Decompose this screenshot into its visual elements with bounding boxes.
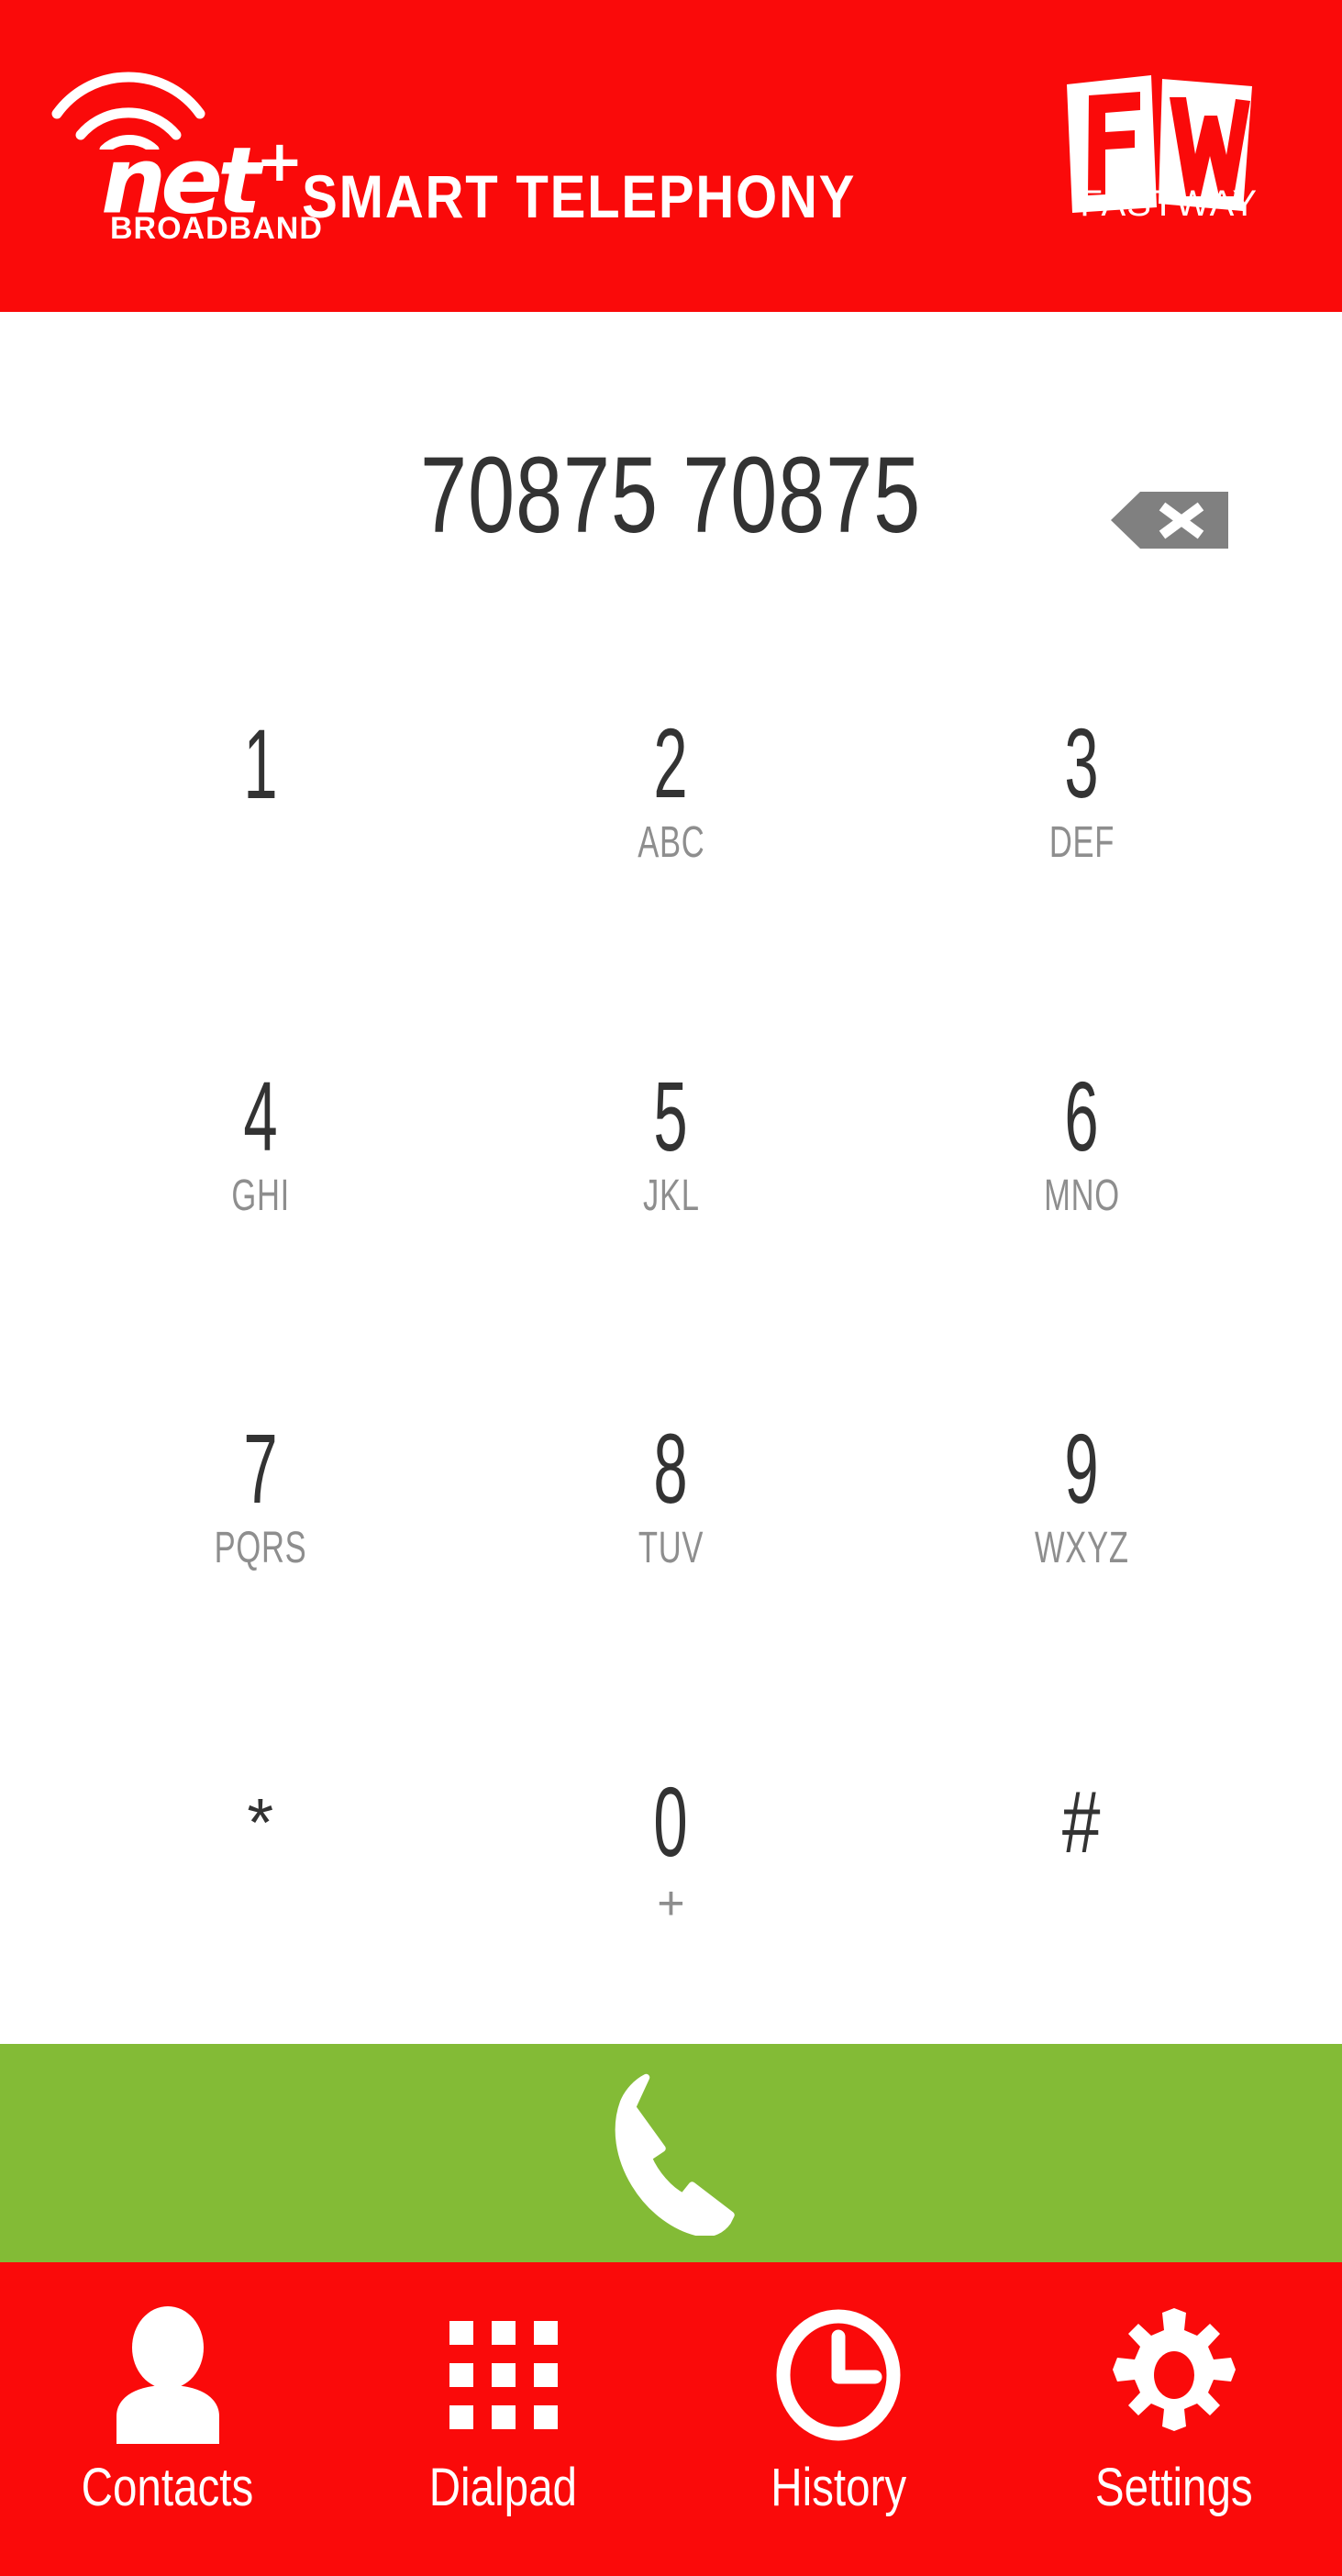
netplus-brand-logo: net+ BROADBAND bbox=[44, 44, 322, 273]
nav-item-history[interactable]: History bbox=[671, 2262, 1007, 2576]
nav-item-contacts[interactable]: Contacts bbox=[0, 2262, 336, 2576]
key-9[interactable]: 9 WXYZ bbox=[876, 1320, 1287, 1673]
call-button[interactable] bbox=[0, 2044, 1342, 2262]
key-7[interactable]: 7 PQRS bbox=[55, 1320, 466, 1673]
key-5-digit: 5 bbox=[653, 1060, 689, 1171]
app-header: net+ BROADBAND SMART TELEPHONY FASTWAY bbox=[0, 0, 1342, 312]
key-8-letters: TUV bbox=[638, 1524, 704, 1573]
key-hash[interactable]: # bbox=[876, 1673, 1287, 2026]
nav-label-settings: Settings bbox=[1095, 2457, 1254, 2517]
nav-label-contacts: Contacts bbox=[82, 2457, 254, 2517]
dialpad-icon-wrap bbox=[449, 2306, 558, 2444]
nav-label-dialpad: Dialpad bbox=[428, 2457, 578, 2517]
key-6[interactable]: 6 MNO bbox=[876, 968, 1287, 1321]
key-2[interactable]: 2 ABC bbox=[466, 615, 877, 968]
key-3-digit: 3 bbox=[1064, 707, 1099, 819]
fastway-logo-label: FASTWAY bbox=[1080, 183, 1258, 224]
clock-icon bbox=[776, 2309, 901, 2440]
number-display-area: 70875 70875 bbox=[0, 312, 1342, 615]
key-7-digit: 7 bbox=[243, 1413, 278, 1525]
key-0[interactable]: 0 + bbox=[466, 1673, 877, 2026]
key-5-letters: JKL bbox=[642, 1171, 700, 1220]
key-9-letters: WXYZ bbox=[1034, 1524, 1129, 1573]
page-title-text: SMART TELEPHONY bbox=[302, 162, 857, 230]
key-star-symbol: * bbox=[247, 1783, 274, 1860]
key-3-letters: DEF bbox=[1048, 818, 1115, 868]
bottom-navigation: Contacts Dialpad History Settings bbox=[0, 2262, 1342, 2576]
nav-label-history: History bbox=[771, 2457, 907, 2517]
grid-dots-icon bbox=[449, 2320, 558, 2429]
backspace-icon[interactable] bbox=[1109, 492, 1228, 549]
contacts-icon-wrap bbox=[104, 2305, 232, 2444]
key-2-digit: 2 bbox=[653, 707, 689, 819]
key-1[interactable]: 1 bbox=[55, 615, 466, 968]
key-2-letters: ABC bbox=[637, 818, 705, 868]
key-8-digit: 8 bbox=[653, 1413, 689, 1525]
dialed-number[interactable]: 70875 70875 bbox=[420, 433, 921, 558]
nav-item-dialpad[interactable]: Dialpad bbox=[336, 2262, 671, 2576]
gear-icon bbox=[1113, 2307, 1237, 2431]
key-hash-symbol: # bbox=[1062, 1772, 1101, 1871]
key-6-letters: MNO bbox=[1043, 1171, 1120, 1220]
key-0-digit: 0 bbox=[653, 1765, 689, 1877]
history-icon-wrap bbox=[774, 2306, 903, 2444]
dialpad-keys: 1 2 ABC 3 DEF 4 GHI 5 JKL 6 MNO 7 PQRS 8 bbox=[0, 615, 1342, 2044]
key-1-digit: 1 bbox=[243, 708, 278, 820]
key-0-plus: + bbox=[657, 1876, 685, 1930]
settings-icon-wrap bbox=[1107, 2306, 1241, 2444]
key-9-digit: 9 bbox=[1064, 1413, 1099, 1525]
key-4-digit: 4 bbox=[243, 1060, 278, 1171]
key-3[interactable]: 3 DEF bbox=[876, 615, 1287, 968]
key-6-digit: 6 bbox=[1064, 1060, 1099, 1171]
key-8[interactable]: 8 TUV bbox=[466, 1320, 877, 1673]
phone-handset-icon bbox=[615, 2073, 735, 2236]
dialer-app: net+ BROADBAND SMART TELEPHONY FASTWAY 7… bbox=[0, 0, 1342, 2576]
key-7-letters: PQRS bbox=[214, 1524, 307, 1573]
key-star[interactable]: * bbox=[55, 1673, 466, 2026]
key-4-letters: GHI bbox=[231, 1171, 290, 1220]
person-icon bbox=[116, 2305, 219, 2444]
key-4[interactable]: 4 GHI bbox=[55, 968, 466, 1321]
nav-item-settings[interactable]: Settings bbox=[1006, 2262, 1342, 2576]
key-5[interactable]: 5 JKL bbox=[466, 968, 877, 1321]
